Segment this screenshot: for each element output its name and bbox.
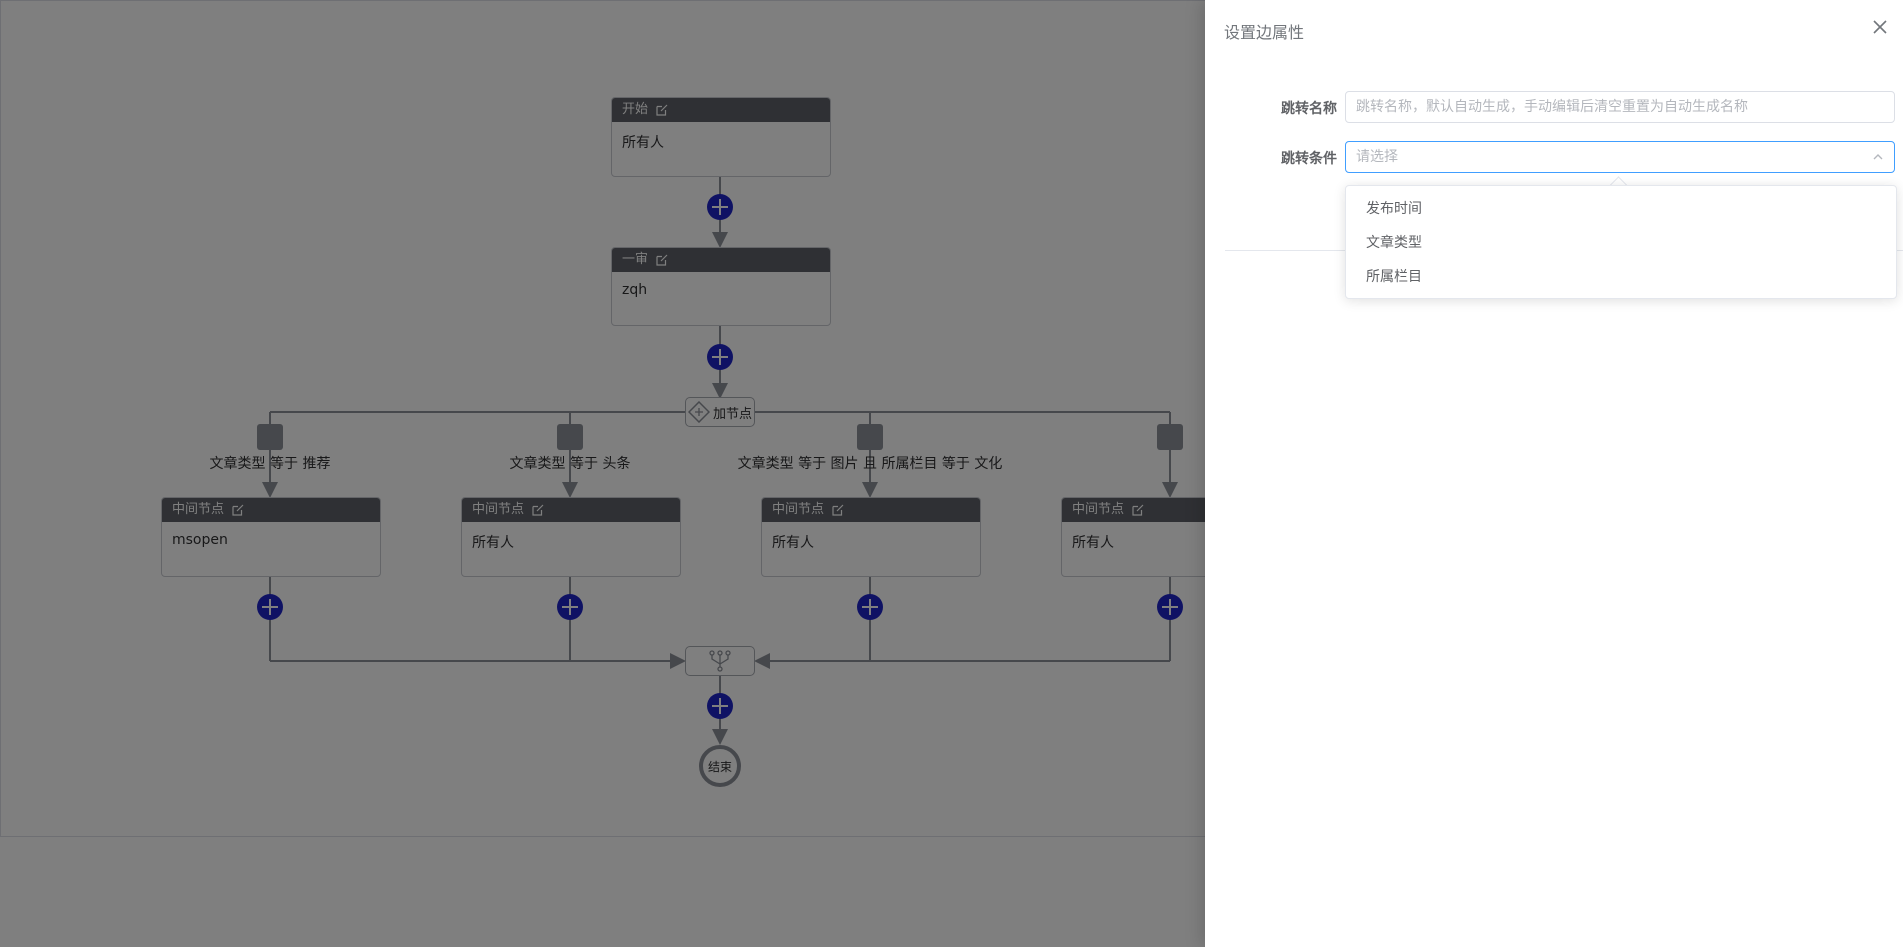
drawer-title: 设置边属性 <box>1224 23 1305 42</box>
dropdown-option[interactable]: 发布时间 <box>1346 192 1896 226</box>
condition-dropdown: 发布时间 文章类型 所属栏目 <box>1345 185 1897 299</box>
select-placeholder: 请选择 <box>1356 149 1398 165</box>
dropdown-option[interactable]: 文章类型 <box>1346 226 1896 260</box>
chevron-up-icon <box>1873 154 1883 160</box>
jump-name-input[interactable] <box>1345 91 1895 123</box>
condition-label: 跳转条件 <box>1281 151 1337 167</box>
close-icon[interactable] <box>1871 18 1889 36</box>
edge-properties-drawer: 设置边属性 跳转名称 跳转条件 请选择 <box>1205 0 1903 947</box>
dropdown-option[interactable]: 所属栏目 <box>1346 260 1896 294</box>
jump-condition-select[interactable]: 请选择 <box>1345 141 1895 173</box>
name-label: 跳转名称 <box>1281 101 1337 117</box>
